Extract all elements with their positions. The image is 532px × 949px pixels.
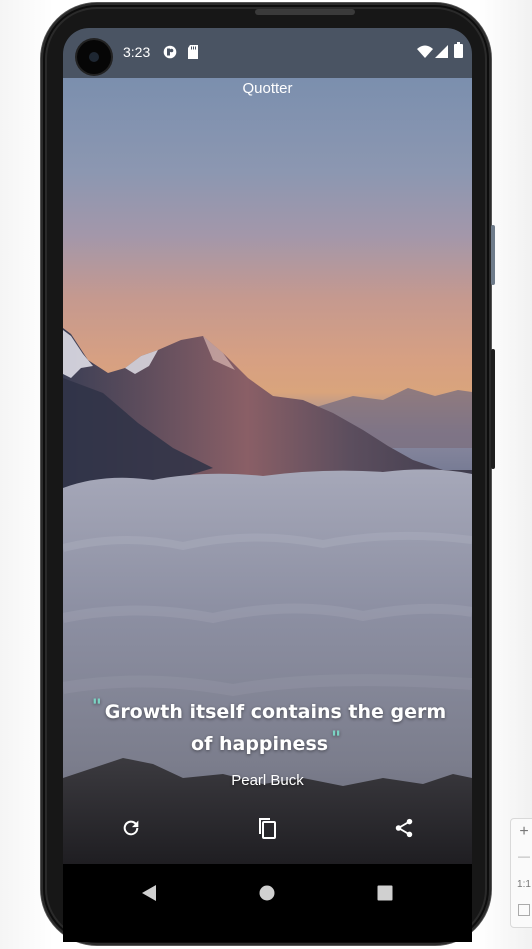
back-icon bbox=[142, 885, 156, 905]
quote-text: Growth itself contains the germ of happi… bbox=[104, 701, 447, 755]
device-screen: 3:23 Quotter " Growth itself contains th… bbox=[63, 28, 472, 942]
zoom-ratio-button[interactable]: 1:1 bbox=[511, 879, 532, 890]
refresh-button[interactable] bbox=[117, 816, 145, 844]
fit-screen-icon bbox=[518, 903, 530, 920]
copy-button[interactable] bbox=[253, 816, 281, 844]
status-time: 3:23 bbox=[123, 44, 151, 60]
signal-icon bbox=[435, 44, 448, 63]
share-button[interactable] bbox=[390, 816, 418, 844]
sd-card-icon bbox=[187, 44, 199, 63]
close-quote-mark: " bbox=[331, 727, 341, 749]
zoom-out-button[interactable]: — bbox=[511, 849, 532, 863]
front-camera bbox=[77, 40, 111, 74]
copy-icon bbox=[256, 816, 278, 844]
app-notification-icon bbox=[163, 44, 177, 63]
volume-button[interactable] bbox=[491, 225, 495, 285]
speaker-grille bbox=[255, 9, 355, 15]
fit-screen-button[interactable] bbox=[511, 903, 532, 921]
home-button[interactable] bbox=[252, 880, 282, 910]
home-icon bbox=[259, 885, 275, 905]
back-button[interactable] bbox=[134, 880, 164, 910]
refresh-icon bbox=[120, 817, 142, 843]
app-title: Quotter bbox=[242, 80, 293, 97]
recents-icon bbox=[377, 885, 393, 905]
quote-text-block: " Growth itself contains the germ of happ… bbox=[87, 695, 448, 760]
recents-button[interactable] bbox=[370, 880, 400, 910]
wifi-icon bbox=[417, 44, 433, 63]
status-bar: 3:23 bbox=[63, 28, 472, 78]
share-icon bbox=[393, 817, 415, 843]
zoom-in-button[interactable]: + bbox=[511, 823, 532, 841]
quote-author: Pearl Buck bbox=[231, 772, 304, 789]
emulator-zoom-panel: + — 1:1 bbox=[510, 818, 532, 928]
power-button[interactable] bbox=[491, 349, 495, 469]
open-quote-mark: " bbox=[91, 695, 102, 717]
battery-icon bbox=[454, 42, 463, 62]
system-navigation-bar bbox=[63, 864, 472, 942]
